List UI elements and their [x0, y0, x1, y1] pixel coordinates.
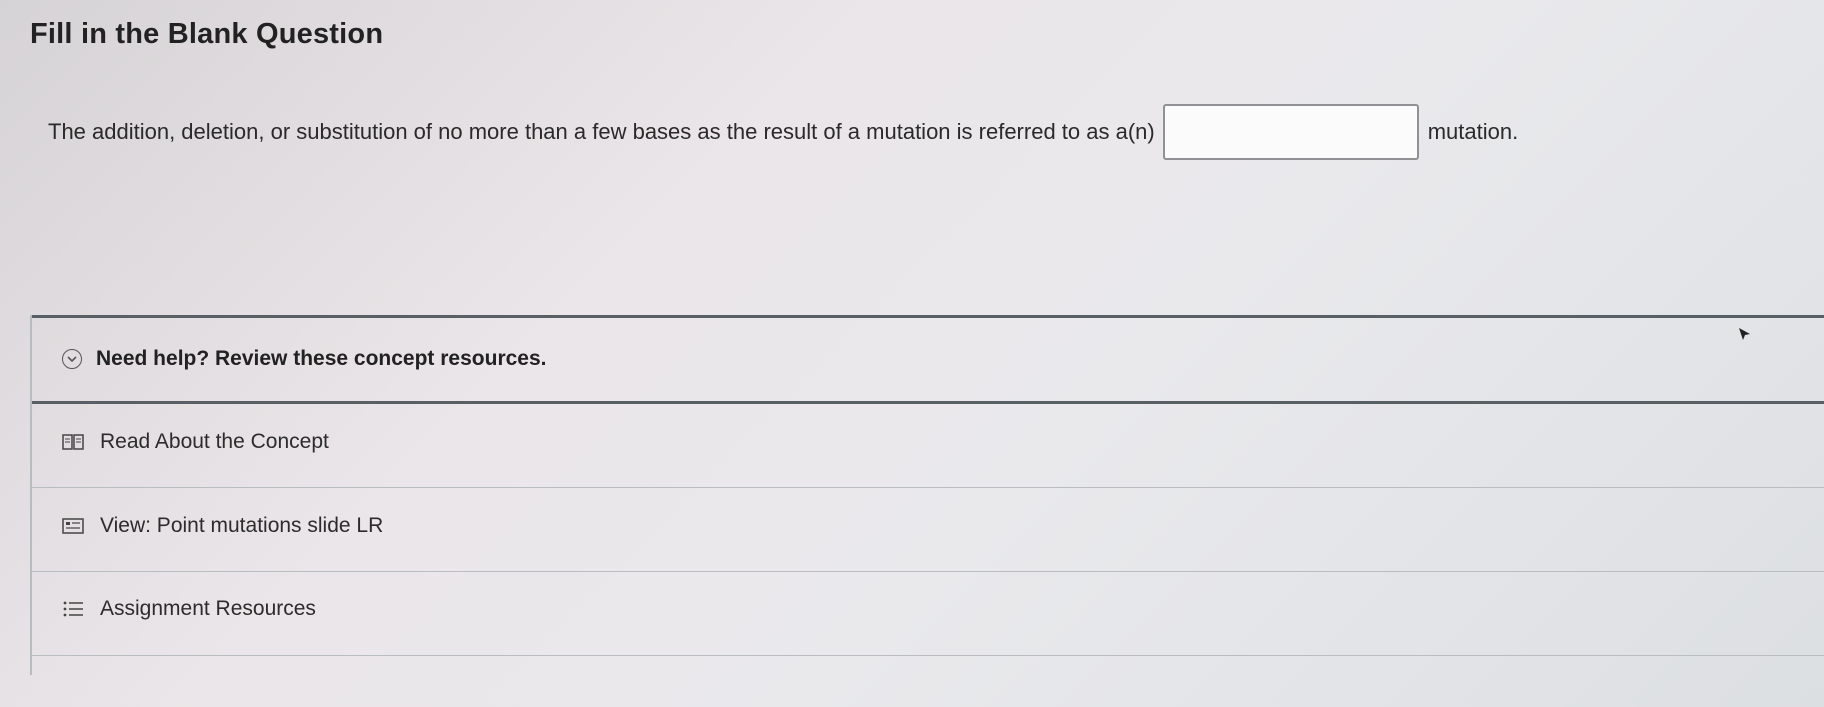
answer-blank-input[interactable]	[1162, 104, 1419, 160]
mouse-cursor-icon	[1739, 328, 1750, 340]
question-text-after: mutation.	[1427, 119, 1519, 144]
chevron-down-icon	[62, 349, 82, 369]
help-toggle[interactable]: Need help? Review these concept resource…	[62, 347, 547, 371]
help-header-divider	[32, 401, 1824, 404]
resource-view-slide[interactable]: View: Point mutations slide LR	[62, 514, 383, 538]
help-panel-top-divider	[32, 315, 1824, 318]
resource-divider-2	[32, 571, 1824, 572]
page-title: Fill in the Blank Question	[30, 18, 384, 50]
slide-icon	[62, 517, 84, 535]
resource-label: View: Point mutations slide LR	[100, 514, 384, 537]
question-text: The addition, deletion, or substitution …	[48, 119, 1155, 144]
resource-read-concept[interactable]: Read About the Concept	[62, 430, 329, 454]
resource-divider-1	[32, 487, 1824, 488]
resource-assignment[interactable]: Assignment Resources	[62, 597, 316, 621]
question-line: The addition, deletion, or substitution …	[48, 104, 1518, 160]
resource-label: Assignment Resources	[100, 597, 316, 620]
list-icon	[62, 600, 84, 618]
book-icon	[62, 433, 84, 451]
help-header-label: Need help? Review these concept resource…	[96, 347, 547, 370]
help-panel: Need help? Review these concept resource…	[30, 315, 1824, 675]
resource-label: Read About the Concept	[100, 430, 329, 453]
resource-divider-3	[32, 655, 1824, 656]
